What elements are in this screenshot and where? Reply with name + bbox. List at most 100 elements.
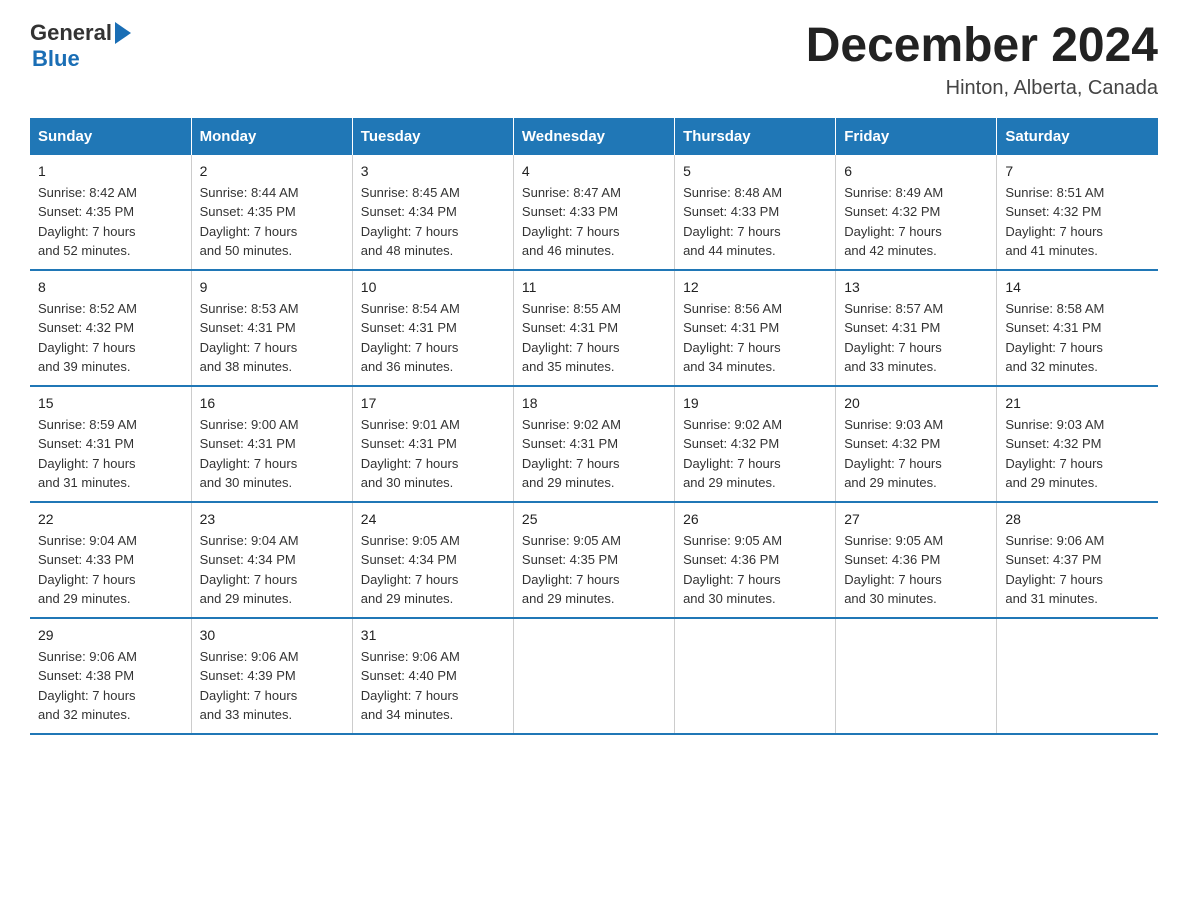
day-info: Sunrise: 9:00 AMSunset: 4:31 PMDaylight:…	[200, 415, 344, 493]
day-number: 8	[38, 279, 183, 295]
header-day-tuesday: Tuesday	[352, 118, 513, 155]
day-number: 26	[683, 511, 827, 527]
calendar-week-1: 1Sunrise: 8:42 AMSunset: 4:35 PMDaylight…	[30, 155, 1158, 270]
calendar-cell: 30Sunrise: 9:06 AMSunset: 4:39 PMDayligh…	[191, 618, 352, 734]
calendar-header: SundayMondayTuesdayWednesdayThursdayFrid…	[30, 118, 1158, 155]
day-info: Sunrise: 9:01 AMSunset: 4:31 PMDaylight:…	[361, 415, 505, 493]
header-day-monday: Monday	[191, 118, 352, 155]
day-number: 20	[844, 395, 988, 411]
calendar-cell: 4Sunrise: 8:47 AMSunset: 4:33 PMDaylight…	[513, 155, 674, 270]
day-info: Sunrise: 8:59 AMSunset: 4:31 PMDaylight:…	[38, 415, 183, 493]
day-number: 21	[1005, 395, 1150, 411]
header-day-sunday: Sunday	[30, 118, 191, 155]
header-day-thursday: Thursday	[675, 118, 836, 155]
day-info: Sunrise: 9:02 AMSunset: 4:32 PMDaylight:…	[683, 415, 827, 493]
day-number: 6	[844, 163, 988, 179]
calendar-cell: 3Sunrise: 8:45 AMSunset: 4:34 PMDaylight…	[352, 155, 513, 270]
calendar-cell: 7Sunrise: 8:51 AMSunset: 4:32 PMDaylight…	[997, 155, 1158, 270]
header-row: SundayMondayTuesdayWednesdayThursdayFrid…	[30, 118, 1158, 155]
calendar-cell: 22 Sunrise: 9:04 AMSunset: 4:33 PMDayligh…	[30, 502, 191, 618]
day-number: 23	[200, 511, 344, 527]
day-info: Sunrise: 8:54 AMSunset: 4:31 PMDaylight:…	[361, 299, 505, 377]
calendar-cell: 21 Sunrise: 9:03 AMSunset: 4:32 PMDayligh…	[997, 386, 1158, 502]
day-info: Sunrise: 9:05 AMSunset: 4:36 PMDaylight:…	[683, 531, 827, 609]
calendar-cell: 15 Sunrise: 8:59 AMSunset: 4:31 PMDayligh…	[30, 386, 191, 502]
calendar-cell	[836, 618, 997, 734]
calendar-cell: 6 Sunrise: 8:49 AMSunset: 4:32 PMDaylight…	[836, 155, 997, 270]
day-info: Sunrise: 9:02 AMSunset: 4:31 PMDaylight:…	[522, 415, 666, 493]
day-info: Sunrise: 9:03 AMSunset: 4:32 PMDaylight:…	[1005, 415, 1150, 493]
day-number: 2	[200, 163, 344, 179]
logo-general-text: General	[30, 20, 112, 46]
day-number: 4	[522, 163, 666, 179]
calendar-cell: 8Sunrise: 8:52 AMSunset: 4:32 PMDaylight…	[30, 270, 191, 386]
day-info: Sunrise: 9:04 AMSunset: 4:33 PMDaylight:…	[38, 531, 183, 609]
logo: General Blue	[30, 20, 131, 72]
calendar-location: Hinton, Alberta, Canada	[806, 77, 1158, 100]
day-info: Sunrise: 9:05 AMSunset: 4:36 PMDaylight:…	[844, 531, 988, 609]
day-info: Sunrise: 8:48 AMSunset: 4:33 PMDaylight:…	[683, 183, 827, 261]
header-day-wednesday: Wednesday	[513, 118, 674, 155]
calendar-cell: 12 Sunrise: 8:56 AMSunset: 4:31 PMDayligh…	[675, 270, 836, 386]
day-info: Sunrise: 9:06 AMSunset: 4:38 PMDaylight:…	[38, 647, 183, 725]
day-number: 15	[38, 395, 183, 411]
day-info: Sunrise: 9:06 AMSunset: 4:37 PMDaylight:…	[1005, 531, 1150, 609]
day-info: Sunrise: 9:06 AMSunset: 4:40 PMDaylight:…	[361, 647, 505, 725]
day-info: Sunrise: 8:49 AMSunset: 4:32 PMDaylight:…	[844, 183, 988, 261]
day-number: 25	[522, 511, 666, 527]
day-info: Sunrise: 9:05 AMSunset: 4:35 PMDaylight:…	[522, 531, 666, 609]
calendar-cell	[513, 618, 674, 734]
day-number: 10	[361, 279, 505, 295]
day-info: Sunrise: 8:53 AMSunset: 4:31 PMDaylight:…	[200, 299, 344, 377]
header-day-friday: Friday	[836, 118, 997, 155]
day-info: Sunrise: 8:56 AMSunset: 4:31 PMDaylight:…	[683, 299, 827, 377]
day-number: 17	[361, 395, 505, 411]
day-number: 3	[361, 163, 505, 179]
day-number: 16	[200, 395, 344, 411]
day-number: 13	[844, 279, 988, 295]
calendar-cell	[997, 618, 1158, 734]
calendar-cell: 26 Sunrise: 9:05 AMSunset: 4:36 PMDayligh…	[675, 502, 836, 618]
day-number: 18	[522, 395, 666, 411]
calendar-cell: 17 Sunrise: 9:01 AMSunset: 4:31 PMDayligh…	[352, 386, 513, 502]
day-info: Sunrise: 9:05 AMSunset: 4:34 PMDaylight:…	[361, 531, 505, 609]
calendar-cell: 25 Sunrise: 9:05 AMSunset: 4:35 PMDayligh…	[513, 502, 674, 618]
calendar-cell: 5Sunrise: 8:48 AMSunset: 4:33 PMDaylight…	[675, 155, 836, 270]
day-info: Sunrise: 9:04 AMSunset: 4:34 PMDaylight:…	[200, 531, 344, 609]
calendar-month-year: December 2024	[806, 20, 1158, 73]
day-number: 11	[522, 279, 666, 295]
calendar-table: SundayMondayTuesdayWednesdayThursdayFrid…	[30, 118, 1158, 735]
day-number: 22	[38, 511, 183, 527]
calendar-cell	[675, 618, 836, 734]
calendar-week-3: 15 Sunrise: 8:59 AMSunset: 4:31 PMDayligh…	[30, 386, 1158, 502]
day-info: Sunrise: 8:57 AMSunset: 4:31 PMDaylight:…	[844, 299, 988, 377]
calendar-cell: 2 Sunrise: 8:44 AMSunset: 4:35 PMDaylight…	[191, 155, 352, 270]
calendar-cell: 20Sunrise: 9:03 AMSunset: 4:32 PMDayligh…	[836, 386, 997, 502]
calendar-cell: 14Sunrise: 8:58 AMSunset: 4:31 PMDayligh…	[997, 270, 1158, 386]
header-day-saturday: Saturday	[997, 118, 1158, 155]
day-info: Sunrise: 8:55 AMSunset: 4:31 PMDaylight:…	[522, 299, 666, 377]
day-number: 19	[683, 395, 827, 411]
calendar-cell: 10 Sunrise: 8:54 AMSunset: 4:31 PMDayligh…	[352, 270, 513, 386]
calendar-cell: 18 Sunrise: 9:02 AMSunset: 4:31 PMDayligh…	[513, 386, 674, 502]
calendar-cell: 11 Sunrise: 8:55 AMSunset: 4:31 PMDayligh…	[513, 270, 674, 386]
calendar-cell: 29Sunrise: 9:06 AMSunset: 4:38 PMDayligh…	[30, 618, 191, 734]
day-info: Sunrise: 8:42 AMSunset: 4:35 PMDaylight:…	[38, 183, 183, 261]
calendar-cell: 13 Sunrise: 8:57 AMSunset: 4:31 PMDayligh…	[836, 270, 997, 386]
day-number: 7	[1005, 163, 1150, 179]
day-info: Sunrise: 8:44 AMSunset: 4:35 PMDaylight:…	[200, 183, 344, 261]
day-number: 31	[361, 627, 505, 643]
calendar-cell: 16 Sunrise: 9:00 AMSunset: 4:31 PMDayligh…	[191, 386, 352, 502]
day-number: 30	[200, 627, 344, 643]
day-number: 12	[683, 279, 827, 295]
calendar-cell: 28Sunrise: 9:06 AMSunset: 4:37 PMDayligh…	[997, 502, 1158, 618]
logo-blue-text: Blue	[30, 46, 131, 72]
day-number: 24	[361, 511, 505, 527]
calendar-cell: 23 Sunrise: 9:04 AMSunset: 4:34 PMDayligh…	[191, 502, 352, 618]
calendar-cell: 24 Sunrise: 9:05 AMSunset: 4:34 PMDayligh…	[352, 502, 513, 618]
calendar-cell: 19 Sunrise: 9:02 AMSunset: 4:32 PMDayligh…	[675, 386, 836, 502]
day-number: 27	[844, 511, 988, 527]
calendar-body: 1Sunrise: 8:42 AMSunset: 4:35 PMDaylight…	[30, 155, 1158, 734]
calendar-week-2: 8Sunrise: 8:52 AMSunset: 4:32 PMDaylight…	[30, 270, 1158, 386]
day-info: Sunrise: 8:58 AMSunset: 4:31 PMDaylight:…	[1005, 299, 1150, 377]
